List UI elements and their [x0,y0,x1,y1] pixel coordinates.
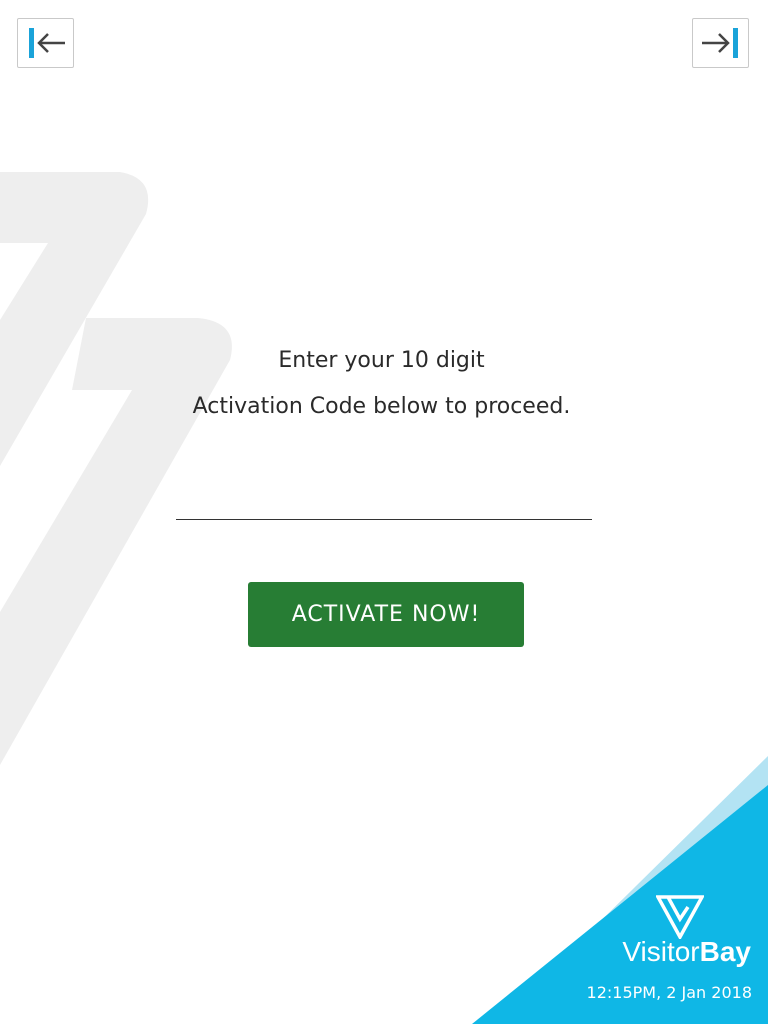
instruction-line-1: Enter your 10 digit [278,348,485,373]
visitorbay-v-logo-icon [656,895,704,939]
brand-name: VisitorBay [622,936,751,968]
activation-code-input[interactable] [176,480,592,520]
arrow-right-to-bar-icon [701,28,738,58]
brand-name-light: Visitor [622,936,700,967]
activation-instructions: Enter your 10 digit Activation Code belo… [0,338,763,430]
activate-now-button[interactable]: ACTIVATE NOW! [248,582,524,647]
timestamp: 12:15PM, 2 Jan 2018 [586,983,752,1002]
forward-button[interactable] [692,18,749,68]
back-button[interactable] [17,18,74,68]
arrow-left-to-bar-icon [28,28,65,58]
instruction-line-2: Activation Code below to proceed. [192,394,571,419]
brand-name-bold: Bay [699,936,751,967]
